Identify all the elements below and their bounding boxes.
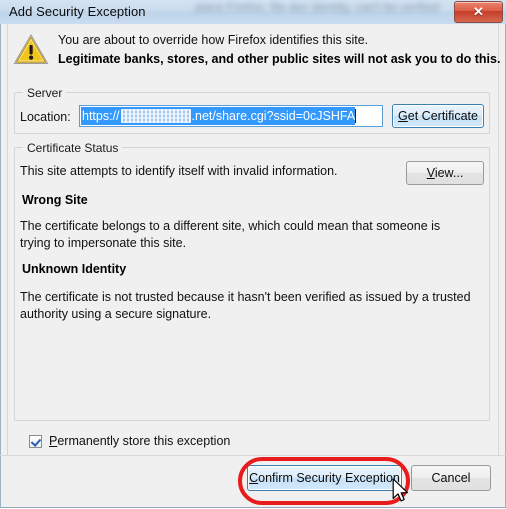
confirm-accesskey: C: [249, 471, 259, 485]
location-input[interactable]: https:// .net/share.cgi?ssid=0cJSHFA: [79, 105, 383, 127]
get-certificate-label: Get Certificate: [398, 109, 478, 123]
confirm-button-label: Confirm Security Exception: [249, 471, 400, 485]
warning-triangle-icon: [12, 32, 50, 66]
close-icon: ✕: [473, 4, 484, 19]
get-certificate-accesskey: G: [398, 109, 408, 123]
wrong-site-heading: Wrong Site: [22, 193, 88, 207]
title-bar: place Firefox, file dec identity, can't …: [0, 0, 506, 24]
permanently-store-exception-checkbox[interactable]: Permanently store this exception: [29, 432, 230, 450]
location-suffix: .net/share.cgi?ssid=0cJSHFA: [191, 109, 356, 123]
checkmark-icon: [29, 434, 42, 448]
override-notice-line1: You are about to override how Firefox id…: [58, 33, 369, 47]
redacted-domain: [120, 109, 191, 123]
window-title: Add Security Exception: [9, 4, 146, 19]
server-groupbox-legend: Server: [23, 86, 67, 100]
cancel-button-label: Cancel: [431, 471, 471, 485]
certificate-status-intro: This site attempts to identify itself wi…: [20, 164, 338, 178]
view-accesskey: V: [426, 166, 435, 180]
unknown-identity-body: The certificate is not trusted because i…: [20, 290, 471, 321]
view-button-label: View...: [427, 166, 464, 180]
certificate-status-groupbox: Certificate Status: [14, 141, 490, 421]
location-label: Location:: [20, 110, 71, 124]
permanently-store-exception-label: Permanently store this exception: [49, 434, 230, 448]
view-certificate-button[interactable]: View...: [406, 161, 484, 185]
location-prefix: https://: [82, 109, 120, 123]
location-input-text: https:// .net/share.cgi?ssid=0cJSHFA: [81, 107, 381, 125]
get-certificate-button[interactable]: Get Certificate: [392, 104, 484, 128]
view-label-rest: iew...: [434, 166, 464, 180]
permanently-store-label-rest: ermanently store this exception: [57, 434, 231, 448]
get-certificate-label-rest: et Certificate: [407, 109, 478, 123]
confirm-security-exception-button[interactable]: Confirm Security Exception: [247, 465, 402, 491]
unknown-identity-heading: Unknown Identity: [22, 262, 127, 276]
certificate-status-legend: Certificate Status: [23, 141, 123, 155]
location-selected-text: https:// .net/share.cgi?ssid=0cJSHFA: [81, 107, 356, 125]
text-caret: [355, 109, 357, 123]
cancel-button[interactable]: Cancel: [411, 465, 491, 491]
close-button[interactable]: ✕: [454, 1, 503, 23]
override-notice-line2: Legitimate banks, stores, and other publ…: [58, 52, 501, 66]
titlebar-background-text: place Firefox, file dec identity, can't …: [195, 2, 440, 14]
confirm-label-rest: onfirm Security Exception: [258, 471, 400, 485]
add-security-exception-dialog: place Firefox, file dec identity, can't …: [0, 0, 506, 508]
wrong-site-body: The certificate belongs to a different s…: [20, 219, 441, 250]
